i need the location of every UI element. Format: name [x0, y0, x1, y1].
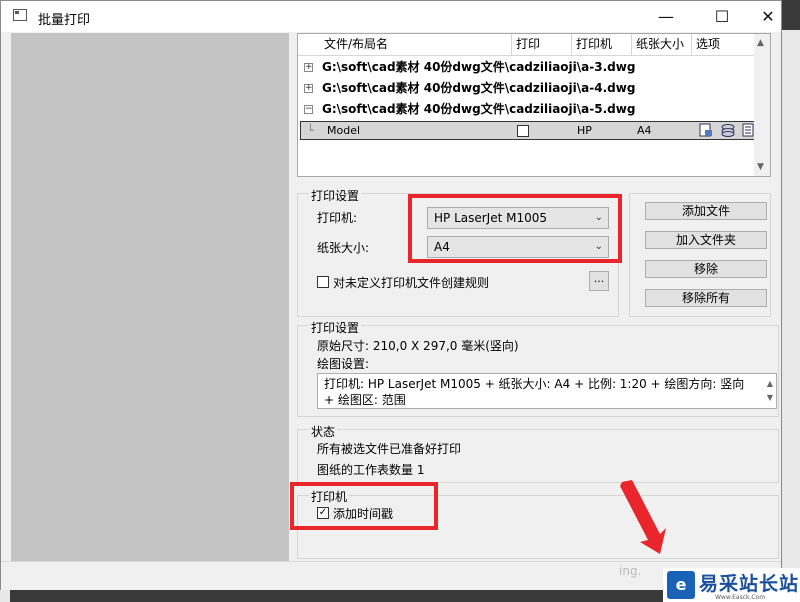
expand-icon[interactable]: + — [304, 84, 313, 93]
file-path: G:\soft\cad素材 40份dwg文件\cadziliaoji\a-4.d… — [322, 81, 636, 95]
close-button[interactable]: ✕ — [745, 1, 791, 32]
file-list-scrollbar[interactable]: ▲ ▼ — [754, 34, 770, 176]
create-rule-label: 对未定义打印机文件创建规则 — [333, 276, 490, 290]
file-path: G:\soft\cad素材 40份dwg文件\cadziliaoji\a-5.d… — [322, 102, 636, 116]
remove-all-button[interactable]: 移除所有 — [645, 289, 767, 307]
watermark: e 易采站长站 Www.Easck.Com — [663, 568, 800, 602]
file-row[interactable]: + G:\soft\cad素材 40份dwg文件\cadziliaoji\a-3… — [298, 57, 764, 78]
minimize-button[interactable]: — — [643, 1, 689, 32]
printer-label: 打印机: — [317, 211, 358, 225]
watermark-text: 易采站长站 — [699, 573, 800, 595]
plot-settings-textbox[interactable]: 打印机: HP LaserJet M1005 + 纸张大小: A4 + 比例: … — [317, 373, 777, 409]
paper-size-label: 纸张大小: — [317, 241, 370, 255]
file-list[interactable]: 文件/布局名 打印 打印机 纸张大小 选项 + G:\soft\cad素材 40… — [297, 33, 771, 177]
file-row[interactable]: − G:\soft\cad素材 40份dwg文件\cadziliaoji\a-5… — [298, 99, 764, 120]
title-bar: 批量打印 — ☐ ✕ — [1, 1, 781, 32]
file-row[interactable]: + G:\soft\cad素材 40份dwg文件\cadziliaoji\a-4… — [298, 78, 764, 99]
highlight-box-printer-paper — [408, 194, 622, 263]
expand-icon[interactable]: + — [304, 63, 313, 72]
plot-settings-value: 打印机: HP LaserJet M1005 + 纸张大小: A4 + 比例: … — [324, 377, 745, 407]
status-line-2: 图纸的工作表数量 1 — [317, 463, 425, 477]
maximize-button[interactable]: ☐ — [699, 1, 745, 32]
highlight-box-timestamp — [290, 482, 438, 530]
scroll-down-icon[interactable]: ▼ — [767, 390, 773, 406]
watermark-logo-icon: e — [667, 571, 695, 599]
file-list-header: 文件/布局名 打印 打印机 纸张大小 选项 — [298, 34, 764, 56]
tree-line-icon: └ — [307, 124, 314, 137]
layout-row-model[interactable]: └ Model HP A4 — [300, 121, 756, 140]
column-header-printer[interactable]: 打印机 — [572, 34, 632, 55]
remove-button[interactable]: 移除 — [645, 260, 767, 278]
collapse-icon[interactable]: − — [304, 105, 313, 114]
layer-icon[interactable] — [721, 123, 735, 142]
browse-button[interactable]: ... — [589, 271, 609, 291]
column-header-paper-size[interactable]: 纸张大小 — [632, 34, 692, 55]
column-header-file-name[interactable]: 文件/布局名 — [320, 34, 512, 55]
print-info-title: 打印设置 — [309, 319, 362, 336]
app-icon — [13, 9, 27, 21]
original-size-text: 原始尺寸: 210,0 X 297,0 毫米(竖向) — [317, 339, 519, 353]
faded-button-text: ing. — [619, 564, 642, 578]
plot-settings-label: 绘图设置: — [317, 357, 370, 371]
red-arrow-icon — [620, 480, 666, 554]
status-line-1: 所有被选文件已准备好打印 — [317, 442, 462, 456]
column-header-options[interactable]: 选项 — [692, 34, 758, 55]
add-folder-button[interactable]: 加入文件夹 — [645, 231, 767, 249]
scroll-up-icon[interactable]: ▲ — [757, 38, 764, 48]
column-header-print[interactable]: 打印 — [512, 34, 572, 55]
page-setup-icon[interactable] — [699, 123, 713, 142]
layout-paper: A4 — [637, 124, 652, 137]
window-title: 批量打印 — [38, 13, 91, 28]
add-file-button[interactable]: 添加文件 — [645, 202, 767, 220]
status-title: 状态 — [309, 423, 338, 440]
layout-print-checkbox[interactable] — [517, 125, 529, 137]
watermark-subtext: Www.Easck.Com — [715, 594, 766, 601]
preview-pane — [11, 33, 289, 561]
print-settings-title: 打印设置 — [309, 187, 362, 204]
layout-printer: HP — [577, 124, 592, 137]
scroll-down-icon[interactable]: ▼ — [757, 162, 764, 172]
layout-name: Model — [327, 124, 361, 137]
file-path: G:\soft\cad素材 40份dwg文件\cadziliaoji\a-3.d… — [322, 60, 636, 74]
background-app-strip-right — [782, 30, 800, 590]
sheet-icon[interactable] — [741, 123, 755, 142]
create-rule-checkbox[interactable] — [317, 276, 329, 288]
